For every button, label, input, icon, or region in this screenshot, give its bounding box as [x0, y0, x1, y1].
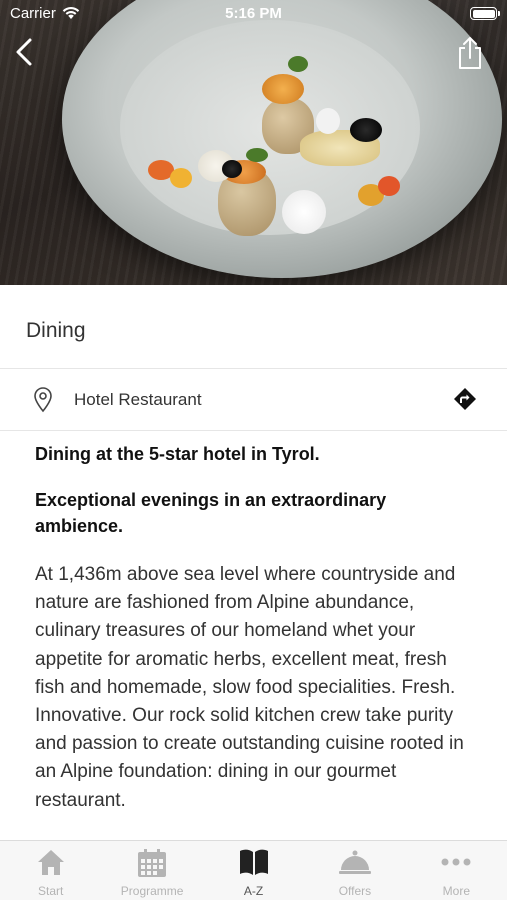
back-button[interactable] — [10, 36, 40, 68]
tab-offers[interactable]: Offers — [304, 841, 405, 900]
location-row[interactable]: Hotel Restaurant — [0, 369, 507, 431]
chevron-left-icon — [16, 38, 32, 66]
tab-bar: Start Programme A-Z Offers More — [0, 840, 507, 900]
more-icon — [440, 848, 472, 881]
tab-label: A-Z — [243, 884, 264, 898]
cloche-icon — [338, 848, 372, 883]
home-icon — [36, 848, 66, 881]
battery-icon — [470, 7, 500, 20]
page-title: Dining — [26, 319, 86, 342]
clock: 5:16 PM — [225, 5, 282, 22]
heading-primary: Dining at the 5-star hotel in Tyrol. — [35, 444, 320, 464]
tab-label: Offers — [338, 884, 372, 898]
directions-button[interactable] — [453, 387, 477, 416]
tab-label: Start — [38, 884, 64, 898]
title-section: Dining — [0, 285, 507, 369]
status-bar: Carrier 5:16 PM — [0, 0, 507, 28]
hero-image: Carrier 5:16 PM — [0, 0, 507, 285]
body-text: At 1,436m above sea level where countrys… — [35, 564, 464, 811]
tab-label: Programme — [120, 884, 184, 898]
description: Dining at the 5-star hotel in Tyrol. Exc… — [35, 431, 475, 815]
map-pin-icon — [32, 387, 54, 418]
tab-label: More — [442, 884, 470, 898]
screen: Carrier 5:16 PM Dining Hotel Restaurant … — [0, 0, 507, 900]
book-icon — [239, 848, 269, 881]
tab-a-z[interactable]: A-Z — [203, 841, 304, 900]
share-icon — [459, 37, 481, 69]
share-button[interactable] — [455, 36, 485, 70]
tab-more[interactable]: More — [406, 841, 507, 900]
calendar-icon — [137, 848, 167, 883]
directions-icon — [454, 388, 476, 410]
heading-secondary: Exceptional evenings in an extraordinary… — [35, 490, 387, 536]
tab-start[interactable]: Start — [0, 841, 101, 900]
tab-programme[interactable]: Programme — [101, 841, 202, 900]
location-label: Hotel Restaurant — [74, 390, 202, 409]
